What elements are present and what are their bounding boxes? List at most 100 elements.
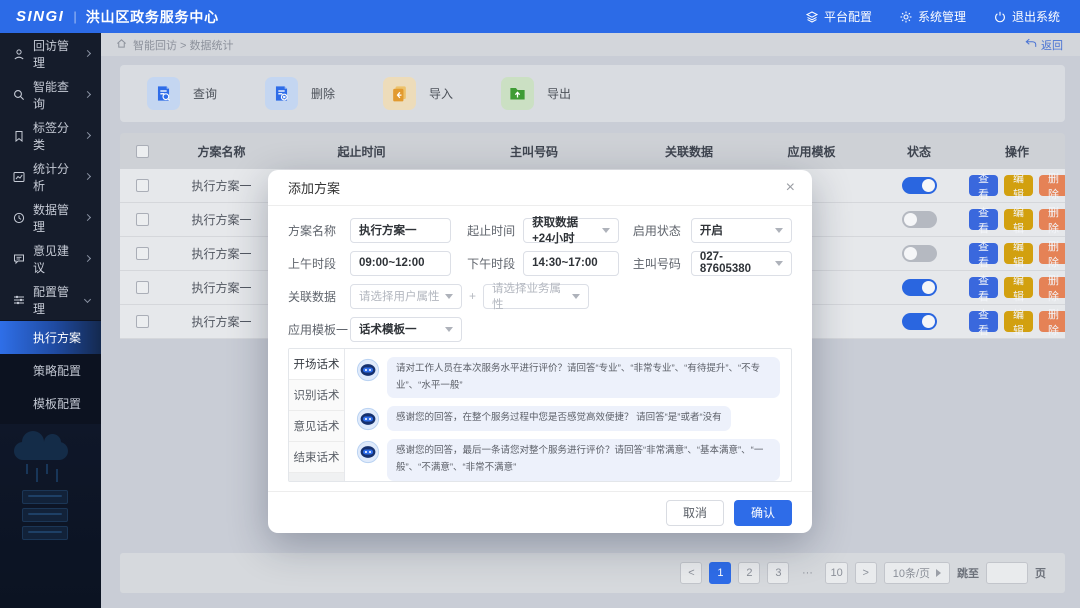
delete-row-button[interactable]: 删除 (1039, 311, 1065, 332)
power-icon (994, 11, 1006, 23)
page-button-10[interactable]: 10 (825, 562, 847, 584)
row-checkbox[interactable] (136, 213, 149, 226)
cancel-button[interactable]: 取消 (666, 500, 724, 526)
system-manage-menu[interactable]: 系统管理 (900, 8, 966, 25)
delete-row-button[interactable]: 删除 (1039, 175, 1065, 196)
chat-bubble: 感谢您的回答，最后一条请您对整个服务进行评价？请回答“非常满意”、“基本满意”、… (387, 439, 780, 480)
export-button[interactable]: 导出 (501, 77, 571, 110)
query-button[interactable]: 查询 (147, 77, 217, 110)
afternoon-input[interactable]: 14:30~17:00 (523, 251, 619, 276)
sidebar-item-tag-category[interactable]: 标签分类 (0, 115, 101, 156)
page-size-select[interactable]: 10条/页 (884, 562, 950, 584)
import-button[interactable]: 导入 (383, 77, 453, 110)
pagination-bar: < 1 2 3 ··· 10 > 10条/页 跳至 页 (120, 553, 1065, 593)
person-headset-icon (13, 48, 25, 60)
status-toggle[interactable] (902, 313, 937, 330)
time-range-select[interactable]: 获取数据+24小时 (523, 218, 619, 243)
afternoon-label: 下午时段 (467, 255, 523, 272)
view-button[interactable]: 查看 (969, 243, 998, 264)
caller-select[interactable]: 027-87605380 (691, 251, 792, 276)
gear-icon (900, 11, 912, 23)
bookmark-icon (13, 130, 25, 142)
sidebar-item-visit-manage[interactable]: 回访管理 (0, 33, 101, 74)
user-attr-select[interactable]: 请选择用户属性 (350, 284, 462, 309)
page-button-1[interactable]: 1 (709, 562, 731, 584)
row-checkbox[interactable] (136, 281, 149, 294)
view-button[interactable]: 查看 (969, 209, 998, 230)
row-checkbox[interactable] (136, 179, 149, 192)
view-button[interactable]: 查看 (969, 311, 998, 332)
brand: SINGI | 洪山区政务服务中心 (16, 7, 219, 27)
view-button[interactable]: 查看 (969, 175, 998, 196)
edit-button[interactable]: 编辑 (1004, 311, 1033, 332)
chevron-right-icon (84, 132, 91, 139)
morning-label: 上午时段 (288, 255, 350, 272)
brand-divider: | (73, 9, 76, 24)
plus-icon: + (469, 289, 476, 303)
chevron-right-icon (84, 91, 91, 98)
row-checkbox[interactable] (136, 315, 149, 328)
page-ellipsis: ··· (796, 562, 818, 584)
sidebar-label: 配置管理 (33, 283, 77, 317)
sidebar-item-config-manage[interactable]: 配置管理 (0, 279, 101, 320)
tab-opinion-script[interactable]: 意见话术 (289, 411, 344, 442)
tab-recognition-script[interactable]: 识别话术 (289, 380, 344, 411)
plan-name-cell: 执行方案一 (164, 211, 279, 228)
jump-page-input[interactable] (986, 562, 1028, 584)
status-toggle[interactable] (902, 245, 937, 262)
prev-page-button[interactable]: < (680, 562, 702, 584)
biz-attr-select[interactable]: 请选择业务属性 (483, 284, 589, 309)
chat-message: 请对工作人员在本次服务水平进行评价？请回答“专业”、“非常专业”、“有待提升”、… (356, 357, 780, 398)
time-range-value: 获取数据+24小时 (532, 214, 597, 246)
page-button-3[interactable]: 3 (767, 562, 789, 584)
time-range-label: 起止时间 (467, 222, 523, 239)
sidebar-item-data-manage[interactable]: 数据管理 (0, 197, 101, 238)
morning-input[interactable]: 09:00~12:00 (350, 251, 451, 276)
submenu-item-strategy-config[interactable]: 策略配置 (0, 354, 101, 387)
topbar-menu: 平台配置 系统管理 退出系统 (806, 8, 1060, 25)
status-toggle[interactable] (902, 279, 937, 296)
caret-down-icon (572, 294, 580, 299)
script-tabs: 开场话术 识别话术 意见话术 结束话术 (289, 349, 345, 481)
related-data-label: 关联数据 (288, 288, 350, 305)
page-button-2[interactable]: 2 (738, 562, 760, 584)
select-all-checkbox[interactable] (136, 145, 149, 158)
tab-opening-script[interactable]: 开场话术 (289, 349, 344, 380)
edit-button[interactable]: 编辑 (1004, 175, 1033, 196)
platform-config-menu[interactable]: 平台配置 (806, 8, 872, 25)
plan-name-input[interactable]: 执行方案一 (350, 218, 451, 243)
delete-row-button[interactable]: 删除 (1039, 209, 1065, 230)
script-panel: 开场话术 识别话术 意见话术 结束话术 请对工作人员在本次服务水平进行评价？请回… (288, 348, 792, 482)
delete-row-button[interactable]: 删除 (1039, 243, 1065, 264)
next-page-button[interactable]: > (855, 562, 877, 584)
breadcrumb-bar: 智能回访 > 数据统计 返回 (101, 33, 1080, 56)
status-toggle[interactable] (902, 211, 937, 228)
row-checkbox[interactable] (136, 247, 149, 260)
close-icon[interactable]: × (786, 180, 795, 196)
confirm-button[interactable]: 确认 (734, 500, 792, 526)
doc-delete-icon (265, 77, 298, 110)
sidebar-item-suggestions[interactable]: 意见建议 (0, 238, 101, 279)
plan-name-cell: 执行方案一 (164, 177, 279, 194)
submenu-item-template-config[interactable]: 模板配置 (0, 387, 101, 420)
back-button[interactable]: 返回 (1025, 37, 1063, 53)
delete-row-button[interactable]: 删除 (1039, 277, 1065, 298)
sidebar-item-smart-query[interactable]: 智能查询 (0, 74, 101, 115)
delete-button[interactable]: 删除 (265, 77, 335, 110)
status-toggle[interactable] (902, 177, 937, 194)
edit-button[interactable]: 编辑 (1004, 277, 1033, 298)
plan-name-cell: 执行方案一 (164, 313, 279, 330)
enable-status-select[interactable]: 开启 (691, 218, 792, 243)
tab-closing-script[interactable]: 结束话术 (289, 442, 344, 473)
view-button[interactable]: 查看 (969, 277, 998, 298)
caret-down-icon (602, 228, 610, 233)
search-icon (13, 89, 25, 101)
submenu-item-exec-plan[interactable]: 执行方案 (0, 321, 101, 354)
edit-button[interactable]: 编辑 (1004, 209, 1033, 230)
template-select[interactable]: 话术模板一 (350, 317, 462, 342)
logout-menu[interactable]: 退出系统 (994, 8, 1060, 25)
sidebar-item-stat-analysis[interactable]: 统计分析 (0, 156, 101, 197)
col-header-time: 起止时间 (279, 143, 444, 160)
col-header-related: 关联数据 (624, 143, 754, 160)
edit-button[interactable]: 编辑 (1004, 243, 1033, 264)
